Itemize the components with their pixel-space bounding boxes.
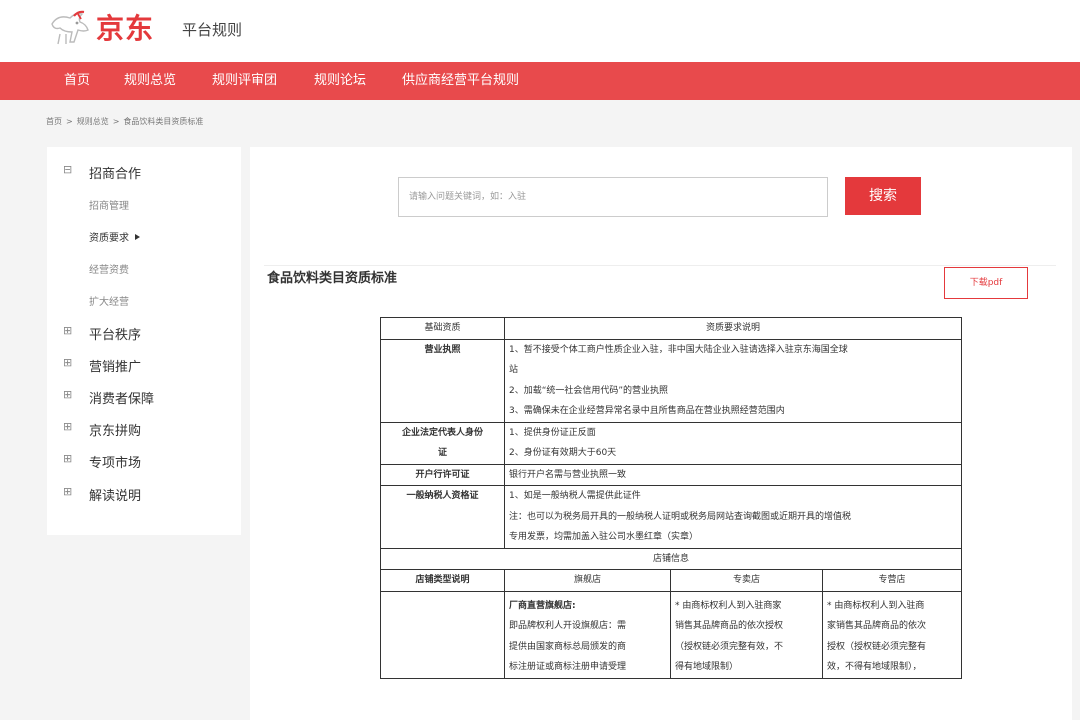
search-button[interactable]: 搜索 bbox=[845, 177, 921, 215]
table-line: 2、加载“统一社会信用代码”的营业执照 bbox=[509, 385, 669, 396]
table-line: 厂商直营旗舰店: bbox=[509, 600, 576, 611]
sidebar-section-label[interactable]: 消费者保障 bbox=[89, 388, 154, 407]
nav-rules-overview[interactable]: 规则总览 bbox=[124, 62, 176, 100]
table-line: * 由商标权利人到入驻商家 bbox=[675, 600, 782, 611]
store-type-flagship: 旗舰店 bbox=[504, 569, 671, 592]
table-row: 厂商直营旗舰店: 即品牌权利人开设旗舰店：需 提供由国家商标总局颁发的商 标注册… bbox=[380, 590, 963, 679]
expand-icon[interactable]: ⊞ bbox=[63, 356, 72, 369]
row-value-taxpayer: 1、如是一般纳税人需提供此证件 注：也可以为税务局开具的一般纳税人证明或税务局网… bbox=[503, 485, 963, 549]
sidebar-item-text: 资质要求 bbox=[89, 233, 129, 244]
table-line: 标注册证或商标注册申请受理 bbox=[509, 662, 627, 672]
table-row: 开户行许可证 银行开户名需与营业执照一致 bbox=[380, 463, 963, 486]
collapse-icon[interactable]: ⊟ bbox=[63, 163, 72, 176]
row-value-legal-rep: 1、提供身份证正反面 2、身份证有效期大于60天 bbox=[503, 421, 963, 465]
table-line: 效，不得有地域限制）， bbox=[827, 662, 922, 672]
table-line: 2、身份证有效期大于60天 bbox=[509, 448, 617, 458]
table-header-cell: 资质要求说明 bbox=[503, 317, 963, 340]
store-type-specialty: 专营店 bbox=[821, 569, 963, 592]
breadcrumb-separator: > bbox=[66, 117, 73, 126]
row-label-legal-rep: 企业法定代表人身份 证 bbox=[380, 421, 505, 465]
sidebar-section-label[interactable]: 招商合作 bbox=[89, 163, 141, 182]
nav-rules-forum[interactable]: 规则论坛 bbox=[314, 62, 366, 100]
breadcrumb-separator: > bbox=[112, 117, 120, 126]
main-content: 请输入问题关键词，如：入驻 搜索 食品饮料类目资质标准 下载pdf 基础资质 资… bbox=[250, 147, 1072, 720]
page-title: 食品饮料类目资质标准 bbox=[267, 271, 398, 286]
sidebar-section-label[interactable]: 营销推广 bbox=[89, 356, 141, 375]
expand-icon[interactable]: ⊞ bbox=[63, 388, 72, 401]
table-line: （授权链必须完整有效，不 bbox=[675, 641, 784, 652]
table-line: 家销售其品牌商品的依次 bbox=[827, 621, 927, 631]
table-header-cell: 基础资质 bbox=[380, 317, 505, 340]
nav-supplier-rules[interactable]: 供应商经营平台规则 bbox=[402, 62, 519, 100]
sidebar-item-label[interactable]: 招商管理 bbox=[89, 197, 129, 212]
table-line: 得有地域限制） bbox=[675, 662, 739, 672]
title-divider bbox=[264, 265, 1056, 266]
nav-rules-review[interactable]: 规则评审团 bbox=[212, 62, 277, 100]
table-row: 基础资质 资质要求说明 bbox=[380, 317, 963, 340]
table-line: 1、提供身份证正反面 bbox=[509, 427, 596, 438]
table-line: 1、如是一般纳税人需提供此证件 bbox=[509, 491, 641, 501]
breadcrumb-current: 食品饮料类目资质标准 bbox=[123, 117, 204, 126]
expand-icon[interactable]: ⊞ bbox=[63, 324, 72, 337]
row-value-bank-permit: 银行开户名需与营业执照一致 bbox=[503, 463, 963, 486]
sidebar-item-label[interactable]: 扩大经营 bbox=[89, 293, 129, 308]
table-line: 销售其品牌商品的依次授权 bbox=[675, 621, 784, 631]
site-subtitle: 平台规则 bbox=[182, 21, 243, 39]
table-line: 提供由国家商标总局颁发的商 bbox=[509, 641, 627, 652]
sidebar-item-label[interactable]: 资质要求 bbox=[89, 229, 140, 244]
expand-icon[interactable]: ⊞ bbox=[63, 452, 72, 465]
store-info-header: 店铺信息 bbox=[379, 547, 963, 570]
triangle-right-icon bbox=[135, 234, 140, 240]
store-type-exclusive: 专卖店 bbox=[670, 569, 823, 592]
sidebar-section-label[interactable]: 京东拼购 bbox=[89, 420, 141, 439]
breadcrumb-overview[interactable]: 规则总览 bbox=[77, 117, 109, 126]
row-label-bank-permit: 开户行许可证 bbox=[380, 463, 505, 486]
breadcrumb: 首页 > 规则总览 > 食品饮料类目资质标准 bbox=[46, 116, 203, 127]
table-line: 3、需确保未在企业经营异常名录中且所售商品在营业执照经营范围内 bbox=[509, 406, 785, 416]
specialty-description: * 由商标权利人到入驻商 家销售其品牌商品的依次 授权（授权链必须完整有 效，不… bbox=[821, 590, 963, 679]
row-value-license: 1、暂不接受个体工商户性质企业入驻，非中国大陆企业入驻请选择入驻京东海国全球 站… bbox=[503, 338, 963, 423]
download-pdf-button[interactable]: 下载pdf bbox=[944, 267, 1028, 299]
table-line: 1、暂不接受个体工商户性质企业入驻，非中国大陆企业入驻请选择入驻京东海国全球 bbox=[509, 344, 848, 355]
qualification-table: 基础资质 资质要求说明 营业执照 1、暂不接受个体工商户性质企业入驻，非中国大陆… bbox=[379, 317, 963, 679]
top-header: 京东 平台规则 bbox=[0, 0, 1080, 62]
table-row: 企业法定代表人身份 证 1、提供身份证正反面 2、身份证有效期大于60天 bbox=[380, 421, 963, 465]
nav-home[interactable]: 首页 bbox=[64, 62, 90, 100]
flagship-description: 厂商直营旗舰店: 即品牌权利人开设旗舰店：需 提供由国家商标总局颁发的商 标注册… bbox=[504, 590, 671, 679]
table-line: 专用发票，均需加盖入驻公司水墨红章（实章） bbox=[509, 532, 699, 542]
main-nav: 首页 规则总览 规则评审团 规则论坛 供应商经营平台规则 bbox=[0, 62, 1080, 100]
empty-cell bbox=[380, 590, 505, 679]
row-label-license: 营业执照 bbox=[380, 338, 505, 423]
row-label-store-types: 店铺类型说明 bbox=[380, 569, 505, 592]
table-line: 即品牌权利人开设旗舰店：需 bbox=[509, 621, 627, 631]
search-input[interactable]: 请输入问题关键词，如：入驻 bbox=[398, 177, 828, 217]
sidebar-section-label[interactable]: 平台秩序 bbox=[89, 324, 141, 343]
jd-logo[interactable]: 京东 平台规则 bbox=[48, 4, 242, 48]
table-row: 一般纳税人资格证 1、如是一般纳税人需提供此证件 注：也可以为税务局开具的一般纳… bbox=[380, 485, 963, 549]
table-line: 证 bbox=[437, 448, 447, 458]
expand-icon[interactable]: ⊞ bbox=[63, 485, 72, 498]
sidebar-section-label[interactable]: 专项市场 bbox=[89, 452, 141, 471]
table-line: 授权（授权链必须完整有 bbox=[827, 641, 927, 652]
table-line: 企业法定代表人身份 bbox=[401, 427, 483, 438]
table-row: 店铺类型说明 旗舰店 专卖店 专营店 bbox=[380, 569, 963, 592]
exclusive-description: * 由商标权利人到入驻商家 销售其品牌商品的依次授权 （授权链必须完整有效，不 … bbox=[670, 590, 823, 679]
jd-logo-text: 京东 bbox=[96, 12, 155, 45]
table-line: * 由商标权利人到入驻商 bbox=[827, 600, 925, 611]
sidebar-section-label[interactable]: 解读说明 bbox=[89, 485, 141, 504]
table-row: 营业执照 1、暂不接受个体工商户性质企业入驻，非中国大陆企业入驻请选择入驻京东海… bbox=[380, 338, 963, 423]
table-row: 店铺信息 bbox=[379, 547, 963, 570]
sidebar-item-label[interactable]: 经营资费 bbox=[89, 261, 129, 276]
row-label-taxpayer: 一般纳税人资格证 bbox=[380, 485, 505, 549]
table-line: 站 bbox=[509, 365, 519, 375]
table-line: 注：也可以为税务局开具的一般纳税人证明或税务局网站查询截图或近期开具的增值税 bbox=[509, 511, 852, 522]
sidebar: ⊟ 招商合作 招商管理 资质要求 经营资费 扩大经营 ⊞ 平台秩序 ⊞ 营销推广… bbox=[47, 147, 241, 535]
expand-icon[interactable]: ⊞ bbox=[63, 420, 72, 433]
breadcrumb-home[interactable]: 首页 bbox=[46, 117, 62, 126]
jd-dog-icon bbox=[51, 10, 89, 45]
